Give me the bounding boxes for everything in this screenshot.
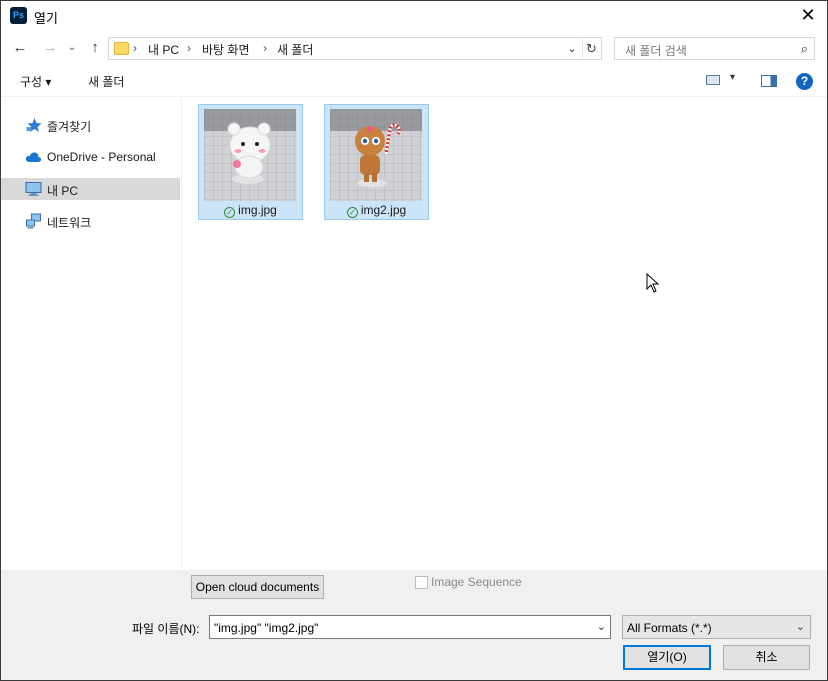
cloud-icon (25, 152, 42, 162)
sidebar-item-network[interactable]: 네트워크 (1, 210, 180, 232)
view-options-chevron-icon[interactable]: ▾ (730, 72, 735, 83)
open-file-dialog: Ps 열기 ✕ ← → ⌄ ↑ › 내 PC › 바탕 화면 › 새 폴더 ⌄ … (0, 0, 828, 681)
breadcrumb-new-folder[interactable]: 새 폴더 (277, 41, 313, 58)
image-sequence-label: Image Sequence (431, 575, 522, 589)
view-mode-icon[interactable] (706, 75, 720, 85)
open-cloud-documents-button[interactable]: Open cloud documents (191, 575, 324, 599)
file-name: ✓ img2.jpg (325, 203, 428, 218)
photoshop-app-icon: Ps (10, 7, 27, 24)
file-item-img2[interactable]: ✓ img2.jpg (324, 104, 429, 220)
network-icon (26, 213, 41, 229)
refresh-icon[interactable]: ↻ (582, 39, 600, 58)
filename-dropdown-chevron-icon[interactable]: ⌄ (597, 620, 606, 633)
recent-locations-chevron-icon[interactable]: ⌄ (65, 37, 79, 59)
mouse-cursor-icon (646, 273, 660, 293)
sidebar-item-label: OneDrive - Personal (47, 150, 156, 164)
up-arrow-icon[interactable]: ↑ (85, 37, 105, 59)
open-button[interactable]: 열기(O) (623, 645, 711, 670)
file-item-img[interactable]: ✓ img.jpg (198, 104, 303, 220)
sidebar-item-label: 내 PC (47, 184, 79, 198)
filename-label: 파일 이름(N): (132, 622, 200, 636)
title-bar: Ps 열기 ✕ (1, 1, 827, 31)
chevron-right-icon: › (133, 41, 137, 55)
chevron-right-icon[interactable]: › (263, 41, 267, 55)
synced-check-icon: ✓ (346, 207, 358, 218)
file-name: ✓ img.jpg (199, 203, 302, 218)
address-dropdown-chevron-icon[interactable]: ⌄ (564, 40, 580, 58)
image-sequence-checkbox[interactable] (415, 576, 428, 589)
chevron-down-icon: ⌄ (795, 621, 805, 633)
file-format-value: All Formats (*.*) (627, 621, 712, 635)
address-bar[interactable]: › 내 PC › 바탕 화면 › 새 폴더 ⌄ ↻ (108, 37, 602, 60)
sidebar-item-this-pc[interactable]: 내 PC (1, 178, 180, 200)
filename-input[interactable]: "img.jpg" "img2.jpg" ⌄ (209, 615, 611, 639)
search-placeholder: 새 폴더 검색 (625, 44, 687, 58)
file-list-view: ✓ img.jpg ✓ img2.jpg (184, 98, 827, 570)
close-icon[interactable]: ✕ (797, 4, 819, 26)
breadcrumb-my-pc[interactable]: 내 PC (148, 41, 179, 58)
computer-icon (25, 182, 42, 196)
cancel-button[interactable]: 취소 (723, 645, 810, 670)
filename-value: "img.jpg" "img2.jpg" (214, 621, 319, 635)
command-toolbar: 구성 ▾ 새 폴더 ▾ ? (1, 64, 827, 97)
image-thumbnail (204, 109, 296, 201)
navigation-pane: 즐겨찾기 OneDrive - Personal 내 PC 네트워크 (1, 98, 182, 570)
back-arrow-icon[interactable]: ← (10, 37, 30, 59)
new-folder-button[interactable]: 새 폴더 (88, 73, 124, 90)
dialog-title: 열기 (34, 11, 58, 26)
synced-check-icon: ✓ (224, 207, 236, 218)
search-icon[interactable]: ⌕ (801, 41, 808, 57)
image-thumbnail (330, 109, 422, 201)
sidebar-item-label: 네트워크 (47, 216, 92, 230)
organize-menu-button[interactable]: 구성 ▾ (20, 73, 51, 90)
sidebar-item-onedrive[interactable]: OneDrive - Personal (1, 146, 180, 168)
star-icon (26, 118, 42, 132)
forward-arrow-icon[interactable]: → (40, 37, 60, 59)
file-format-select[interactable]: All Formats (*.*) ⌄ (622, 615, 811, 639)
breadcrumb-desktop[interactable]: 바탕 화면 (202, 41, 250, 58)
dialog-footer: Open cloud documents Image Sequence 파일 이… (1, 570, 827, 680)
search-box[interactable]: 새 폴더 검색 ⌕ (614, 37, 815, 60)
preview-pane-icon[interactable] (761, 75, 777, 87)
sidebar-item-label: 즐겨찾기 (47, 120, 92, 134)
chevron-right-icon[interactable]: › (187, 41, 191, 55)
sidebar-item-favorites[interactable]: 즐겨찾기 (1, 114, 180, 136)
navigation-bar: ← → ⌄ ↑ › 내 PC › 바탕 화면 › 새 폴더 ⌄ ↻ 새 폴더 검… (1, 33, 827, 63)
folder-icon (114, 42, 129, 55)
help-icon[interactable]: ? (796, 73, 813, 90)
